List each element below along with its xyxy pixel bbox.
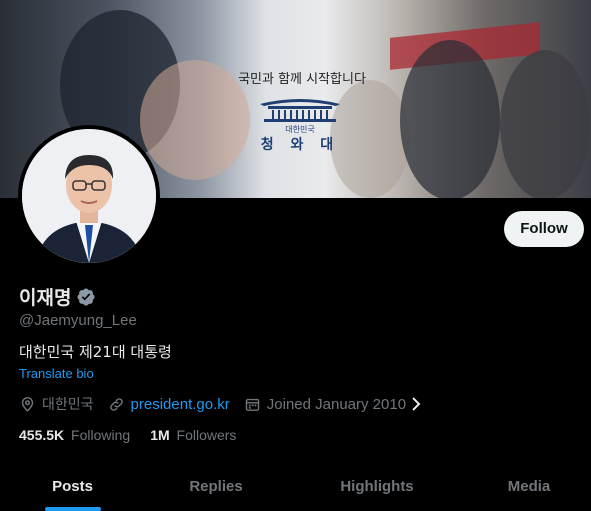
person-portrait-icon [22, 129, 156, 263]
profile-joined[interactable]: Joined January 2010 [244, 396, 428, 413]
following-count[interactable]: 455.5K Following [19, 427, 130, 443]
chevron-right-icon [412, 397, 421, 411]
joined-text: Joined January 2010 [266, 395, 407, 413]
following-number: 455.5K [19, 427, 65, 443]
profile-tabs: Posts Replies Highlights Media [0, 463, 591, 511]
tab-posts[interactable]: Posts [0, 463, 145, 511]
profile-location: 대한민국 [19, 394, 94, 414]
banner-figure [400, 40, 500, 198]
banner-figure [500, 50, 590, 198]
link-icon [109, 397, 123, 411]
avatar-photo [22, 129, 156, 263]
profile-website[interactable]: president.go.kr [108, 396, 230, 413]
verified-badge-icon[interactable] [76, 287, 96, 307]
tab-replies[interactable]: Replies [145, 463, 287, 511]
banner-name: 청 와 대 [260, 137, 340, 153]
website-link[interactable]: president.go.kr [131, 396, 230, 413]
avatar[interactable] [18, 125, 160, 267]
profile-handle: @Jaemyung_Lee [19, 312, 137, 329]
profile-name: 이재명 [19, 287, 72, 309]
followers-count[interactable]: 1M Followers [150, 427, 236, 443]
location-text: 대한민국 [42, 397, 94, 413]
banner-slogan: 국민과 함께 시작합니다 [238, 72, 366, 87]
follow-counts: 455.5K Following 1M Followers [19, 427, 256, 443]
blue-house-logo-icon [260, 99, 340, 122]
translate-bio-link[interactable]: Translate bio [19, 366, 94, 381]
calendar-icon [245, 398, 259, 411]
profile-name-row: 이재명 [19, 283, 96, 310]
tab-media[interactable]: Media [467, 463, 591, 511]
following-label: Following [71, 427, 131, 443]
follow-button[interactable]: Follow [504, 211, 584, 247]
profile-bio: 대한민국 제21대 대통령 [19, 343, 172, 361]
followers-number: 1M [150, 427, 170, 443]
profile-meta: 대한민국 president.go.kr Joined January 2010 [19, 394, 442, 414]
location-icon [21, 396, 34, 412]
tab-highlights[interactable]: Highlights [287, 463, 467, 511]
followers-label: Followers [176, 427, 237, 443]
